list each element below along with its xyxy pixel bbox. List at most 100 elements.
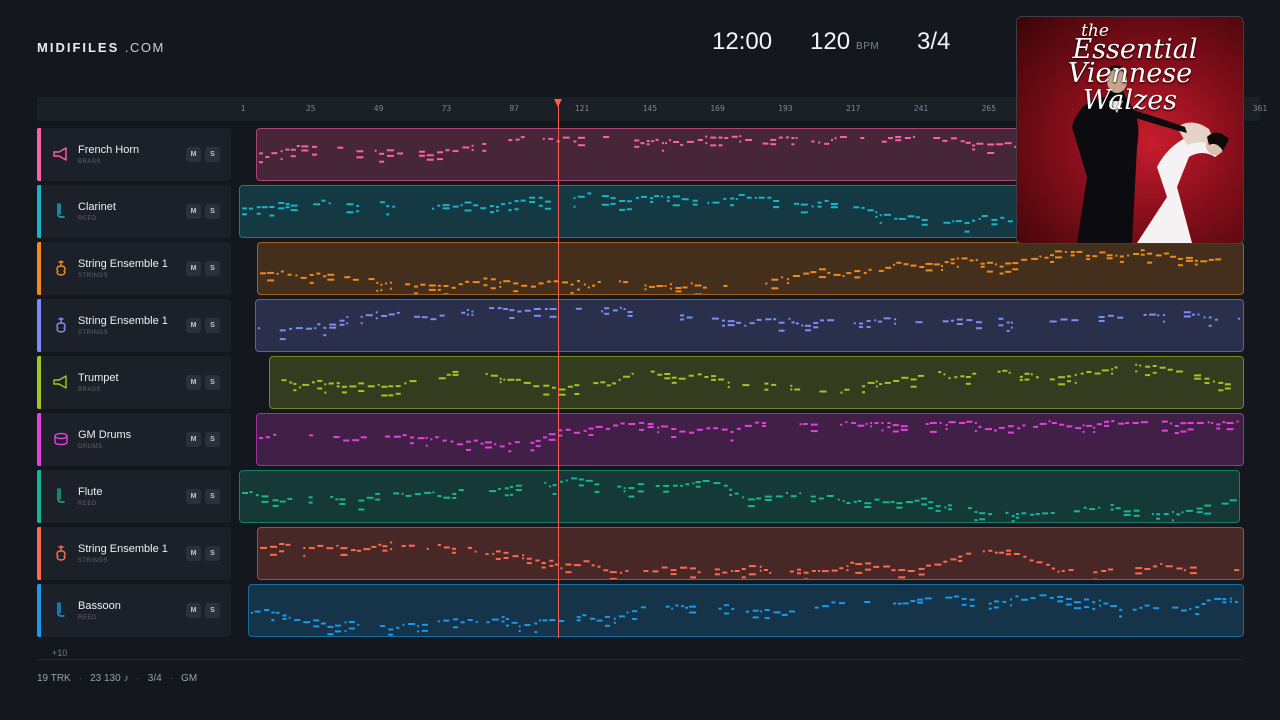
footer-meter: 3/4 bbox=[147, 673, 162, 684]
track-header[interactable]: Trumpet BRASS M S bbox=[37, 356, 231, 409]
track-header[interactable]: Clarinet REED M S bbox=[37, 185, 231, 238]
ruler-tick: 49 bbox=[373, 104, 384, 113]
album-cover: the Essential Viennese Walzes bbox=[1016, 16, 1244, 244]
track-color-bar bbox=[37, 299, 41, 352]
track-header[interactable]: Bassoon REED M S bbox=[37, 584, 231, 637]
track-name: String Ensemble 1 bbox=[78, 315, 168, 327]
track-name: Flute bbox=[78, 486, 103, 498]
note-count: 23 130 ♪ bbox=[90, 673, 129, 684]
track-name: Bassoon bbox=[78, 600, 121, 612]
track-header[interactable]: String Ensemble 1 STRINGS M S bbox=[37, 527, 231, 580]
track-color-bar bbox=[37, 584, 41, 637]
track-category: REED bbox=[78, 501, 97, 507]
horn-icon bbox=[53, 146, 69, 162]
ruler-tick: 169 bbox=[710, 104, 725, 113]
track-color-bar bbox=[37, 413, 41, 466]
more-tracks-indicator[interactable]: +10 bbox=[52, 648, 67, 658]
ruler-tick: 361 bbox=[1252, 104, 1268, 113]
track-row: Bassoon REED M S bbox=[37, 584, 1244, 637]
track-row: String Ensemble 1 STRINGS M S bbox=[37, 299, 1244, 352]
track-row: GM Drums DRUMS M S bbox=[37, 413, 1244, 466]
solo-button[interactable]: S bbox=[205, 147, 220, 162]
mute-button[interactable]: M bbox=[186, 546, 201, 561]
violin-icon bbox=[53, 545, 69, 561]
brand-name: MIDIFILES bbox=[37, 40, 120, 55]
track-header[interactable]: String Ensemble 1 STRINGS M S bbox=[37, 242, 231, 295]
note-pattern bbox=[260, 249, 1222, 294]
track-header[interactable]: French Horn BRASS M S bbox=[37, 128, 231, 181]
mute-button[interactable]: M bbox=[186, 318, 201, 333]
violin-icon bbox=[53, 317, 69, 333]
track-count: 19 TRK bbox=[37, 673, 71, 684]
track-name: String Ensemble 1 bbox=[78, 258, 168, 270]
note-pattern bbox=[242, 477, 1237, 522]
mute-button[interactable]: M bbox=[186, 147, 201, 162]
ruler-tick: 217 bbox=[845, 104, 861, 113]
solo-button[interactable]: S bbox=[205, 489, 220, 504]
track-name: Trumpet bbox=[78, 372, 119, 384]
ruler-tick: 73 bbox=[441, 104, 452, 113]
solo-button[interactable]: S bbox=[205, 603, 220, 618]
note-pattern bbox=[281, 363, 1231, 397]
playhead[interactable] bbox=[554, 99, 562, 638]
trumpet-icon bbox=[53, 374, 69, 390]
mute-button[interactable]: M bbox=[186, 432, 201, 447]
ruler-tick: 1 bbox=[240, 104, 246, 113]
track-color-bar bbox=[37, 242, 41, 295]
ruler-tick: 97 bbox=[509, 104, 520, 113]
track-name: String Ensemble 1 bbox=[78, 543, 168, 555]
track-name: French Horn bbox=[78, 144, 140, 156]
midi-clip[interactable] bbox=[255, 299, 1244, 352]
midi-clip[interactable] bbox=[269, 356, 1244, 409]
clarinet-icon bbox=[53, 203, 69, 219]
ruler-tick: 265 bbox=[981, 104, 997, 113]
mute-button[interactable]: M bbox=[186, 261, 201, 276]
violin-icon bbox=[53, 260, 69, 276]
midi-clip[interactable] bbox=[257, 242, 1244, 295]
midi-clip[interactable] bbox=[239, 470, 1240, 523]
note-pattern bbox=[251, 594, 1238, 636]
footer-divider bbox=[37, 659, 1242, 660]
track-header[interactable]: Flute REED M S bbox=[37, 470, 231, 523]
track-row: Flute REED M S bbox=[37, 470, 1242, 523]
track-header[interactable]: String Ensemble 1 STRINGS M S bbox=[37, 299, 231, 352]
mute-button[interactable]: M bbox=[186, 204, 201, 219]
midi-clip[interactable] bbox=[256, 413, 1244, 466]
time-display: 12:00 bbox=[712, 28, 773, 55]
track-color-bar bbox=[37, 527, 41, 580]
album-title: the Essential Viennese Walzes bbox=[1067, 21, 1198, 116]
track-category: REED bbox=[78, 615, 97, 621]
midi-clip[interactable] bbox=[248, 584, 1244, 637]
solo-button[interactable]: S bbox=[205, 546, 220, 561]
solo-button[interactable]: S bbox=[205, 204, 220, 219]
track-color-bar bbox=[37, 128, 41, 181]
track-color-bar bbox=[37, 470, 41, 523]
mute-button[interactable]: M bbox=[186, 375, 201, 390]
track-category: BRASS bbox=[78, 159, 101, 165]
footer-stats: 19 TRK · 23 130 ♪ · 3/4 · GM bbox=[37, 673, 198, 684]
solo-button[interactable]: S bbox=[205, 261, 220, 276]
ruler-tick: 121 bbox=[574, 104, 590, 113]
track-row: String Ensemble 1 STRINGS M S bbox=[37, 242, 1244, 295]
track-category: STRINGS bbox=[78, 330, 109, 336]
track-category: REED bbox=[78, 216, 97, 222]
ruler-tick: 145 bbox=[642, 104, 658, 113]
track-color-bar bbox=[37, 356, 41, 409]
solo-button[interactable]: S bbox=[205, 375, 220, 390]
solo-button[interactable]: S bbox=[205, 318, 220, 333]
ruler-tick: 25 bbox=[305, 104, 316, 113]
drum-icon bbox=[53, 431, 69, 447]
note-pattern bbox=[258, 306, 1240, 341]
brand-logo: MIDIFILES .COM bbox=[37, 40, 165, 55]
ruler-tick: 193 bbox=[778, 104, 793, 113]
mute-button[interactable]: M bbox=[186, 603, 201, 618]
track-header[interactable]: GM Drums DRUMS M S bbox=[37, 413, 231, 466]
solo-button[interactable]: S bbox=[205, 432, 220, 447]
brand-suffix: .COM bbox=[124, 40, 165, 55]
track-name: Clarinet bbox=[78, 201, 116, 213]
mute-button[interactable]: M bbox=[186, 489, 201, 504]
track-color-bar bbox=[37, 185, 41, 238]
ruler-tick: 241 bbox=[913, 104, 929, 113]
note-pattern bbox=[259, 420, 1239, 453]
midi-clip[interactable] bbox=[257, 527, 1244, 580]
